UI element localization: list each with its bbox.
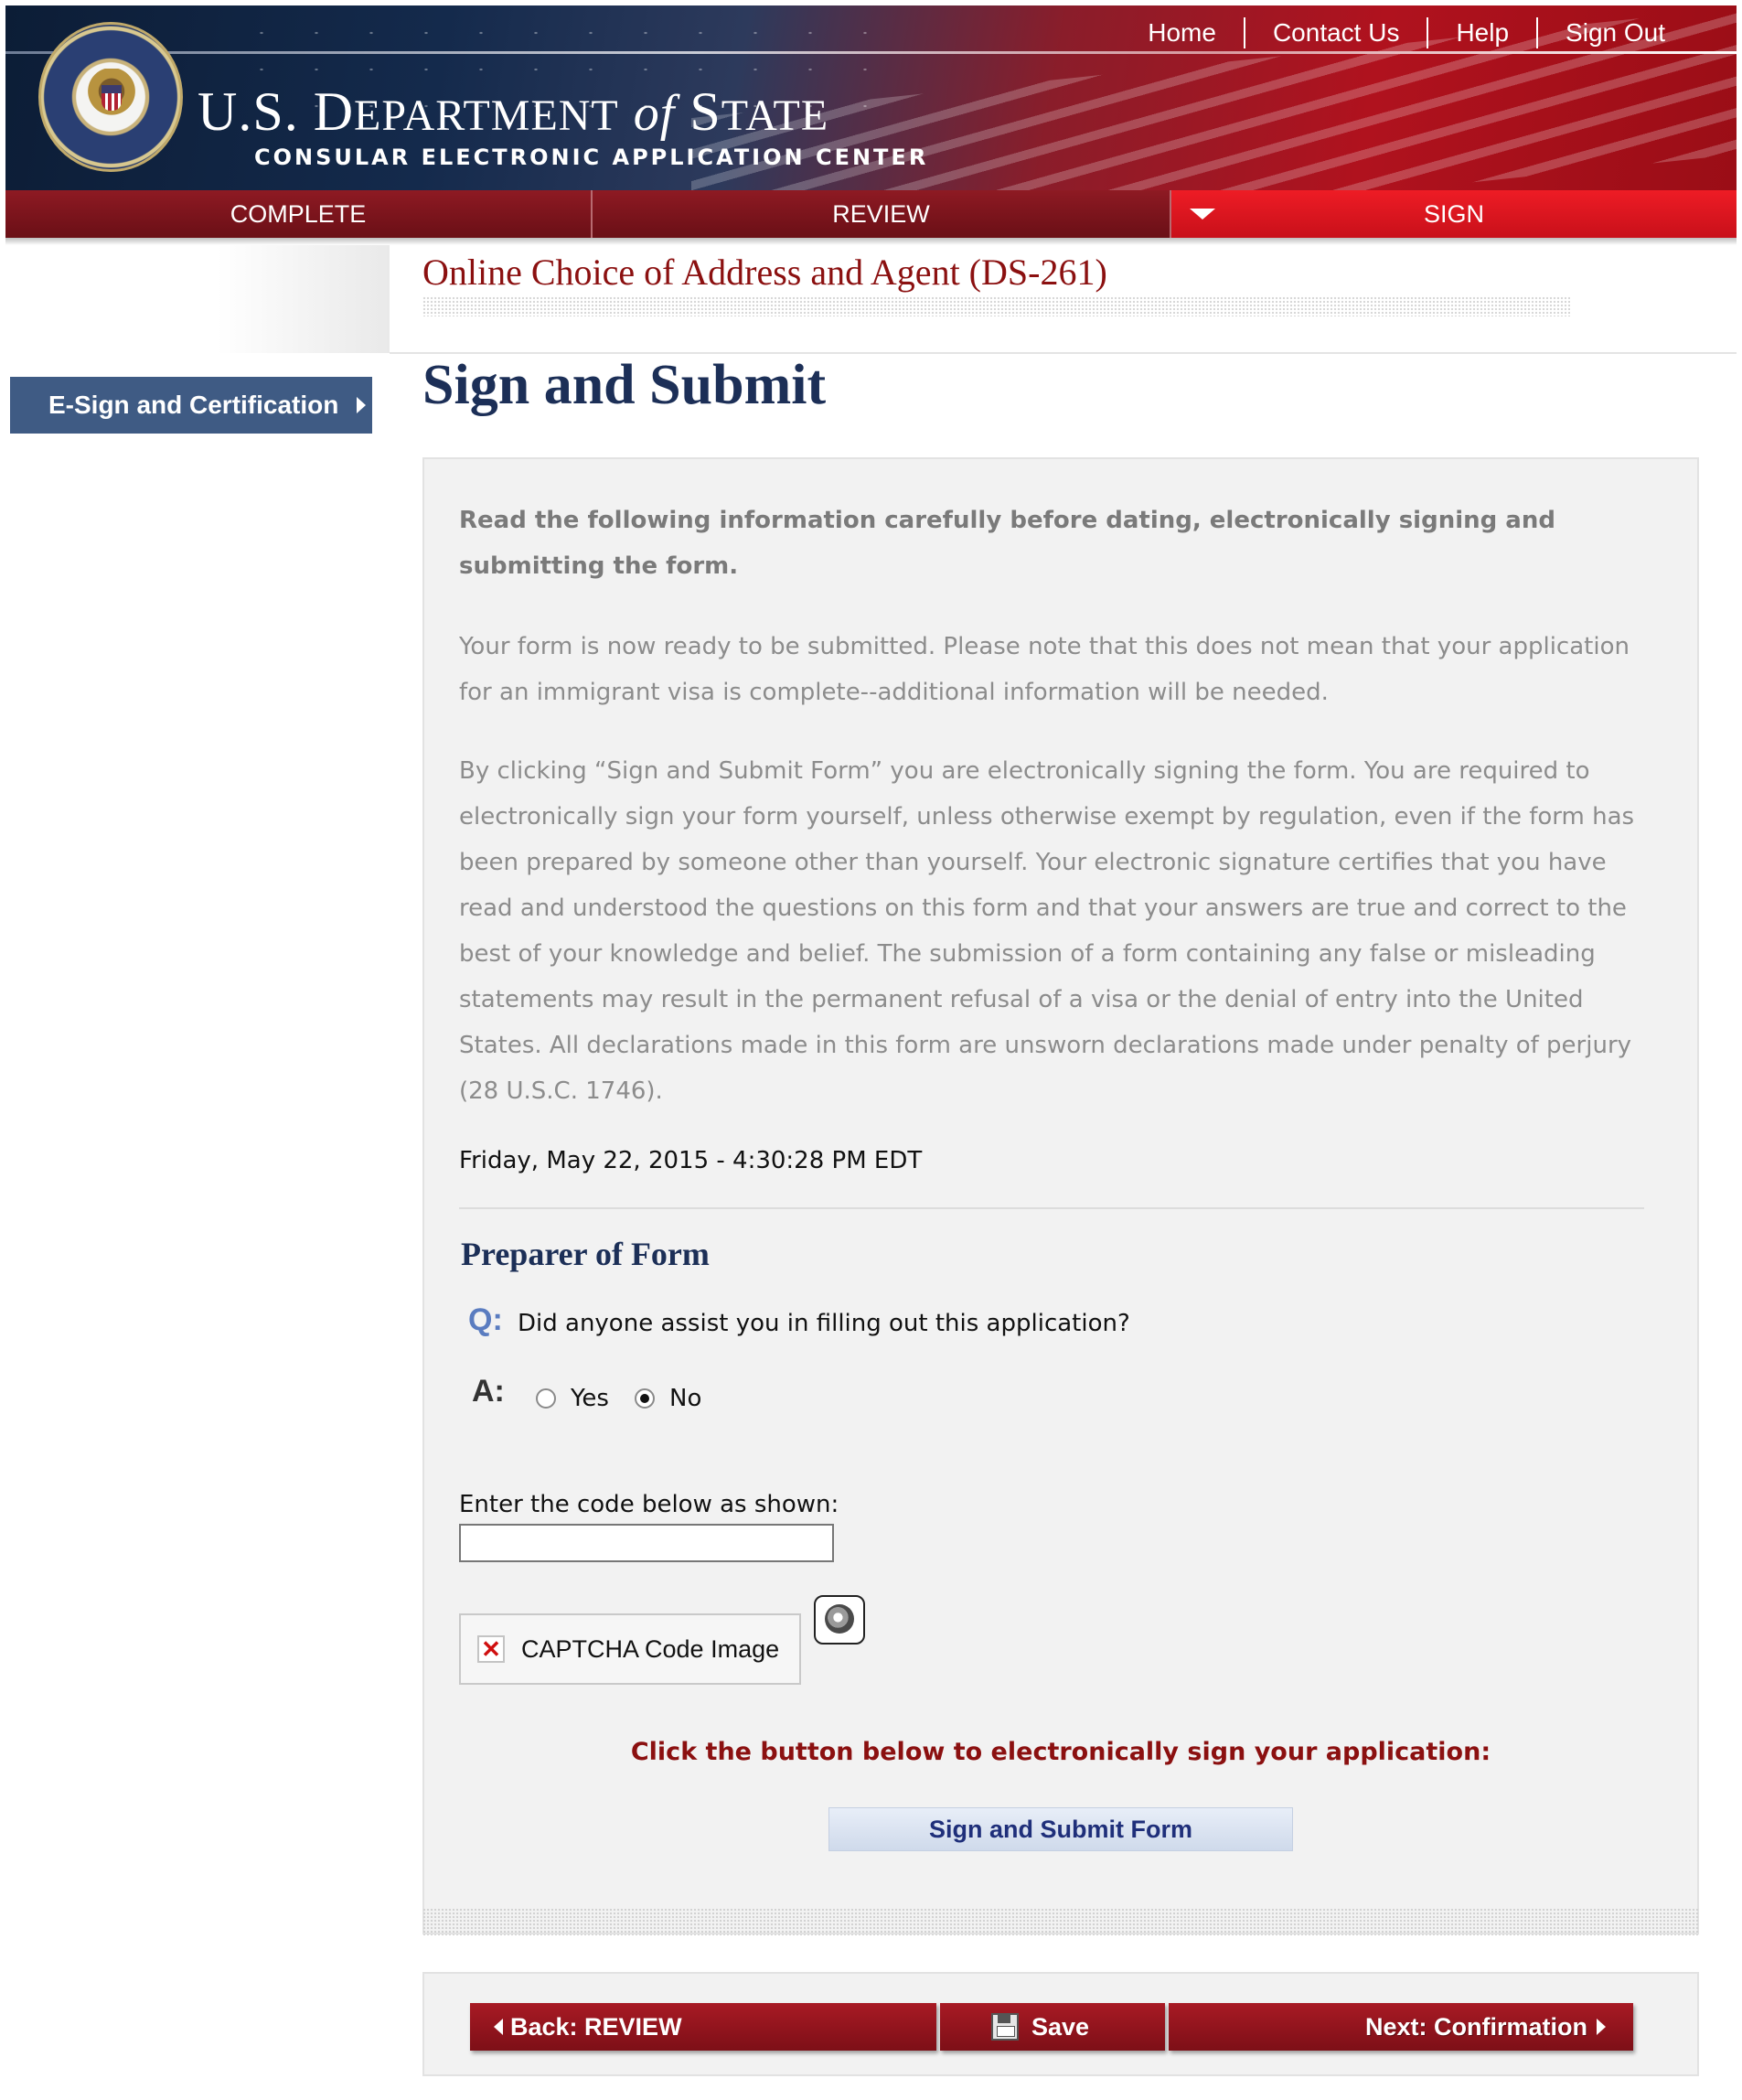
- radio-yes-label: Yes: [571, 1385, 609, 1412]
- save-button-label: Save: [1031, 2012, 1090, 2041]
- nav-contact-us-link[interactable]: Contact Us: [1243, 17, 1427, 48]
- sidebar-fade: [5, 245, 390, 353]
- nav-help-link[interactable]: Help: [1427, 17, 1536, 48]
- radio-no[interactable]: [635, 1388, 655, 1409]
- next-button-label: Next: Confirmation: [1365, 2012, 1587, 2041]
- floppy-disk-icon: [991, 2013, 1019, 2041]
- broken-image-icon: ✕: [477, 1635, 505, 1663]
- section-divider: [459, 1207, 1644, 1209]
- chevron-right-icon: [1597, 2019, 1606, 2035]
- step-sign-label: SIGN: [1423, 199, 1484, 228]
- title-dotted-rule: [422, 296, 1570, 316]
- dept-title-us: U.S. D: [198, 81, 355, 142]
- captcha-code-input[interactable]: [459, 1524, 834, 1562]
- panel-dotted-footer: [422, 1908, 1699, 1935]
- dept-title-of: of: [633, 85, 676, 142]
- department-subtitle: CONSULAR ELECTRONIC APPLICATION CENTER: [254, 145, 929, 170]
- question-label: Q:: [468, 1302, 503, 1337]
- step-review-label: REVIEW: [832, 199, 930, 228]
- top-nav: Home Contact Us Help Sign Out: [1120, 15, 1693, 51]
- radio-no-option[interactable]: No: [635, 1385, 701, 1412]
- legal-certification-text: By clicking “Sign and Submit Form” you a…: [459, 757, 1635, 1105]
- chevron-left-icon: [494, 2019, 503, 2035]
- radio-yes[interactable]: [536, 1388, 556, 1409]
- step-complete[interactable]: COMPLETE: [5, 190, 591, 238]
- next-button[interactable]: Next: Confirmation: [1169, 2003, 1633, 2051]
- sidebar-item-e-sign[interactable]: E-Sign and Certification: [10, 377, 372, 434]
- form-title: Online Choice of Address and Agent (DS-2…: [422, 252, 1107, 293]
- department-title: U.S. DEPARTMENT of STATE: [198, 80, 828, 144]
- ready-notice: Your form is now ready to be submitted. …: [459, 633, 1630, 706]
- captcha-audio-button[interactable]: [814, 1595, 865, 1645]
- step-complete-label: COMPLETE: [230, 199, 367, 228]
- sidebar-item-label: E-Sign and Certification: [48, 391, 339, 419]
- speaker-icon: [825, 1604, 854, 1634]
- signature-timestamp: Friday, May 22, 2015 - 4:30:28 PM EDT: [459, 1147, 923, 1174]
- question-text: Did anyone assist you in filling out thi…: [518, 1310, 1130, 1337]
- dept-title-s: S: [689, 81, 721, 142]
- page-title: Sign and Submit: [422, 354, 827, 416]
- sign-and-submit-label: Sign and Submit Form: [929, 1815, 1192, 1843]
- shield-icon: [102, 85, 122, 111]
- back-button[interactable]: Back: REVIEW: [470, 2003, 936, 2051]
- top-nav-rule: [5, 51, 1737, 54]
- step-review[interactable]: REVIEW: [591, 190, 1170, 238]
- step-bar: COMPLETE REVIEW SIGN: [5, 190, 1737, 238]
- radio-yes-option[interactable]: Yes: [536, 1385, 609, 1412]
- step-sign[interactable]: SIGN: [1170, 190, 1737, 238]
- answer-label: A:: [472, 1374, 505, 1409]
- department-of-state-seal-icon: [38, 22, 183, 172]
- nav-home-link[interactable]: Home: [1120, 17, 1244, 48]
- dept-title-tate: TATE: [721, 91, 829, 140]
- sign-prompt: Click the button below to electronically…: [630, 1738, 1491, 1766]
- preparer-heading: Preparer of Form: [461, 1236, 710, 1272]
- dept-title-epartment: EPARTMENT: [354, 91, 619, 140]
- chevron-right-icon: [357, 397, 367, 413]
- captcha-code-label: Enter the code below as shown:: [459, 1491, 839, 1518]
- save-button[interactable]: Save: [940, 2003, 1165, 2051]
- sign-and-submit-button[interactable]: Sign and Submit Form: [828, 1807, 1293, 1851]
- intro-instructions: Read the following information carefully…: [459, 507, 1555, 580]
- captcha-alt-text: CAPTCHA Code Image: [521, 1634, 780, 1663]
- nav-sign-out-link[interactable]: Sign Out: [1536, 17, 1693, 48]
- step-bar-shadow: [5, 238, 1737, 245]
- captcha-image: ✕ CAPTCHA Code Image: [459, 1613, 801, 1685]
- caret-down-icon: [1190, 209, 1215, 220]
- back-button-label: Back: REVIEW: [510, 2012, 682, 2041]
- radio-no-label: No: [669, 1385, 702, 1412]
